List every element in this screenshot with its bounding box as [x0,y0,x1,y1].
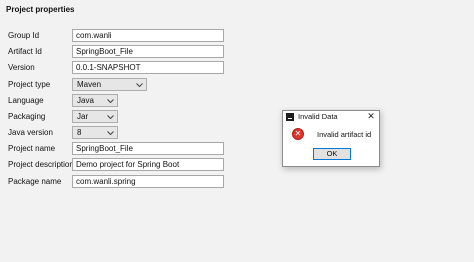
packaging-value: Jar [77,112,89,121]
java-version-select[interactable]: 8 [72,126,118,139]
project-name-field[interactable]: SpringBoot_File [72,142,224,155]
project-type-value: Maven [77,80,102,89]
dialog-body: ✕ Invalid artifact id OK [283,123,379,166]
invalid-data-dialog: Invalid Data ✕ ✕ Invalid artifact id OK [282,110,380,167]
java-version-value: 8 [77,128,82,137]
project-type-label: Project type [8,80,51,89]
packaging-select[interactable]: Jar [72,110,118,123]
ok-button[interactable]: OK [313,148,351,160]
intellij-app-icon [286,113,294,121]
java-version-label: Java version [8,128,53,137]
language-select[interactable]: Java [72,94,118,107]
project-description-field[interactable]: Demo project for Spring Boot [72,158,224,171]
artifact-id-field[interactable]: SpringBoot_File [72,45,224,58]
dialog-titlebar[interactable]: Invalid Data ✕ [283,111,379,123]
language-label: Language [8,96,44,105]
project-description-label: Project description [8,160,74,169]
group-id-field[interactable]: com.wanli [72,29,224,42]
artifact-id-label: Artifact Id [8,47,42,56]
project-type-select[interactable]: Maven [72,78,147,91]
chevron-down-icon [107,115,114,120]
version-field[interactable]: 0.0.1-SNAPSHOT [72,61,224,74]
error-icon: ✕ [292,128,304,140]
package-name-label: Package name [8,177,62,186]
dialog-message: Invalid artifact id [317,130,372,139]
packaging-label: Packaging [8,112,46,121]
chevron-down-icon [107,131,114,136]
dialog-title: Invalid Data [298,112,338,121]
project-properties-form: Group Id com.wanli Artifact Id SpringBoo… [0,0,474,262]
group-id-label: Group Id [8,31,40,40]
version-label: Version [8,63,35,72]
chevron-down-icon [136,83,143,88]
new-project-window: Project properties Group Id com.wanli Ar… [0,0,474,262]
close-icon[interactable]: ✕ [366,111,376,122]
chevron-down-icon [107,99,114,104]
package-name-field[interactable]: com.wanli.spring [72,175,224,188]
language-value: Java [77,96,94,105]
project-name-label: Project name [8,144,56,153]
